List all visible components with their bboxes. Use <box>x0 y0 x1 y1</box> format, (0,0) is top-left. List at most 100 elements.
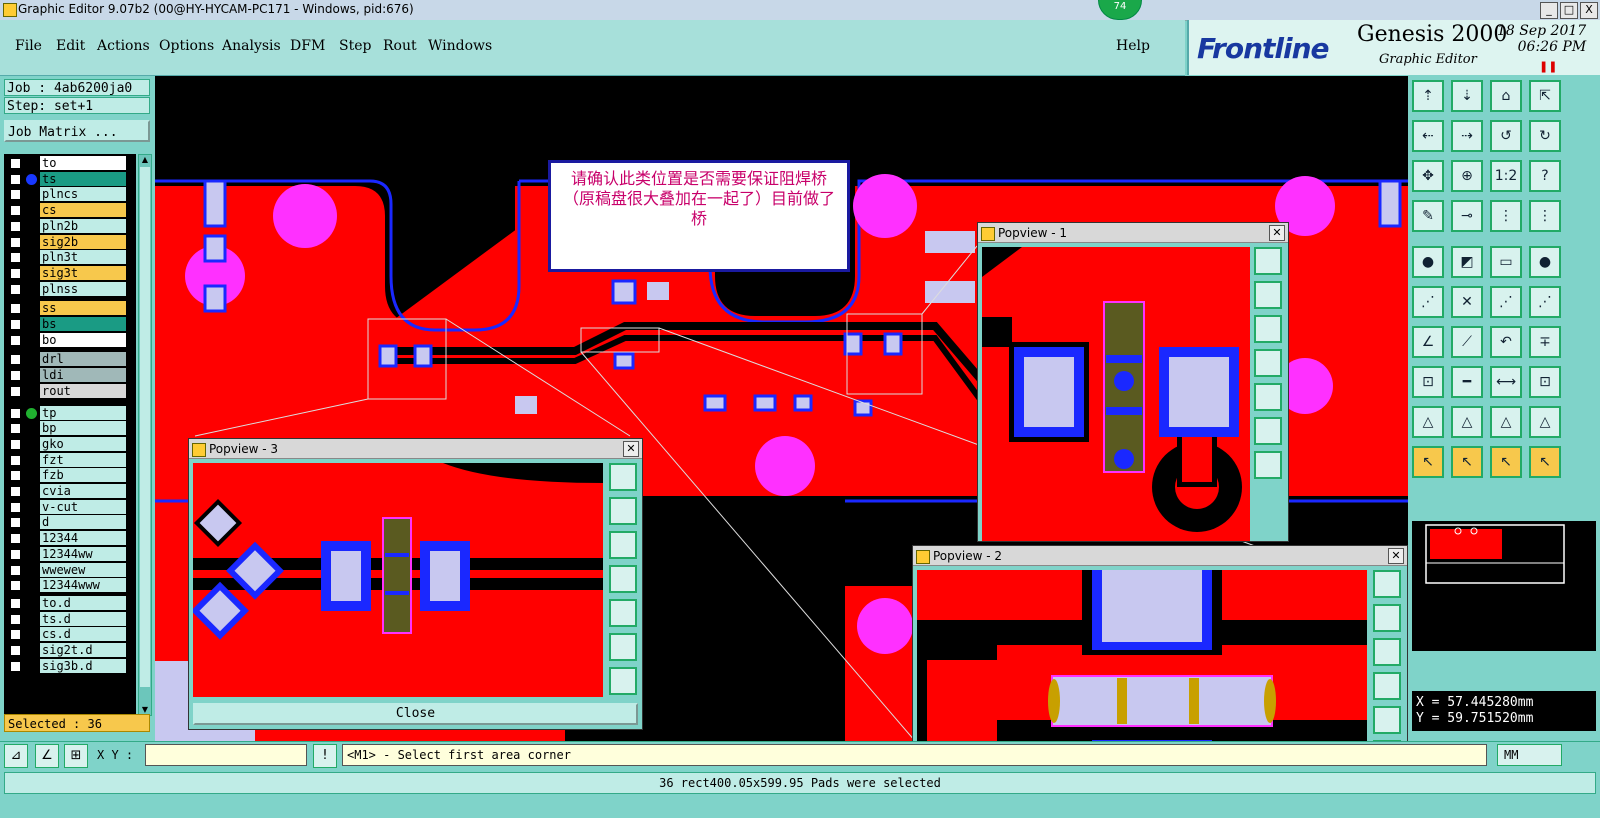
tool-button[interactable]: ✎ <box>1412 200 1444 232</box>
layer-name[interactable]: fzt <box>40 452 126 467</box>
popview-3-window[interactable]: Popview - 3 ✕ Close <box>188 438 643 730</box>
layer-checkbox[interactable] <box>10 517 21 529</box>
popview-1-title-bar[interactable]: Popview - 1 ✕ <box>978 223 1288 243</box>
layer-checkbox[interactable] <box>10 407 21 419</box>
tool-button[interactable]: ↻ <box>1529 120 1561 152</box>
tool-button[interactable]: ⟋ <box>1451 326 1483 358</box>
tool-button[interactable]: ⋰ <box>1412 286 1444 318</box>
popview-left-icon[interactable] <box>1373 672 1401 700</box>
scroll-up-icon[interactable]: ▲ <box>140 155 150 165</box>
popview-left-icon[interactable] <box>609 565 637 593</box>
layer-row[interactable]: plncs <box>4 187 136 202</box>
layer-row[interactable]: cvia <box>4 484 136 499</box>
layer-name[interactable]: ldi <box>40 368 126 383</box>
tool-button[interactable]: ⋮ <box>1529 200 1561 232</box>
minimize-button[interactable]: _ <box>1540 2 1558 19</box>
tool-button[interactable]: ◩ <box>1451 246 1483 278</box>
maximize-button[interactable]: □ <box>1560 2 1578 19</box>
layer-checkbox[interactable] <box>10 354 21 366</box>
tool-button[interactable]: ⋮ <box>1490 200 1522 232</box>
layer-row[interactable]: ts.d <box>4 611 136 627</box>
minimap[interactable] <box>1412 521 1596 651</box>
menu-help[interactable]: Help <box>1116 38 1150 54</box>
menu-windows[interactable]: Windows <box>428 38 492 54</box>
layer-row[interactable]: drl <box>4 352 136 367</box>
layer-row[interactable]: cs <box>4 203 136 218</box>
tool-button[interactable]: △ <box>1529 406 1561 438</box>
tool-button[interactable]: ⇡ <box>1412 80 1444 112</box>
layer-name[interactable]: cs <box>40 203 126 218</box>
popview-right-icon[interactable] <box>1373 706 1401 734</box>
layer-checkbox[interactable] <box>10 319 21 330</box>
layer-checkbox[interactable] <box>10 173 21 185</box>
layer-row[interactable]: tp <box>4 405 136 421</box>
layer-row[interactable]: pln3t <box>4 250 136 265</box>
tool-button[interactable]: ↺ <box>1490 120 1522 152</box>
layer-row[interactable]: d <box>4 515 136 530</box>
layer-checkbox[interactable] <box>10 486 21 497</box>
layer-checkbox[interactable] <box>10 334 21 346</box>
popview-right-icon[interactable] <box>609 599 637 627</box>
menu-step[interactable]: Step <box>339 38 371 54</box>
layer-checkbox[interactable] <box>10 370 21 382</box>
layer-checkbox[interactable] <box>10 501 21 513</box>
popview-down-icon[interactable] <box>609 531 637 559</box>
popview-down-icon[interactable] <box>1254 315 1282 343</box>
popview-fit-icon[interactable] <box>1254 247 1282 275</box>
layer-name[interactable]: v-cut <box>40 499 126 514</box>
layer-checkbox[interactable] <box>10 470 21 482</box>
tool-button[interactable]: ⋰ <box>1529 286 1561 318</box>
tool-button[interactable]: ● <box>1529 246 1561 278</box>
layer-checkbox[interactable] <box>10 385 21 397</box>
layer-row[interactable]: fzt <box>4 452 136 468</box>
menu-dfm[interactable]: DFM <box>290 38 325 54</box>
popview-fit-icon[interactable] <box>1373 570 1401 598</box>
tool-button[interactable]: 1:2 <box>1490 160 1522 192</box>
tool-button[interactable]: ● <box>1412 246 1444 278</box>
warning-icon[interactable]: ! <box>313 744 337 768</box>
layer-row[interactable]: cs.d <box>4 627 136 642</box>
menu-analysis[interactable]: Analysis <box>222 38 281 54</box>
menu-rout[interactable]: Rout <box>383 38 417 54</box>
layer-name[interactable]: cs.d <box>40 627 126 642</box>
popview-1-close-icon[interactable]: ✕ <box>1269 225 1285 241</box>
job-matrix-button[interactable]: Job Matrix ... <box>4 120 150 142</box>
layer-row[interactable]: 12344 <box>4 531 136 546</box>
measure-icon[interactable]: ∠ <box>35 744 59 768</box>
layer-checkbox[interactable] <box>10 303 21 315</box>
layer-checkbox[interactable] <box>10 220 21 232</box>
tool-button[interactable]: ⟷ <box>1490 366 1522 398</box>
menu-actions[interactable]: Actions <box>97 38 150 54</box>
layer-checkbox[interactable] <box>10 236 21 248</box>
layer-row[interactable]: sig2t.d <box>4 643 136 658</box>
layer-name[interactable]: to <box>40 156 126 170</box>
tool-button[interactable]: ↖ <box>1490 446 1522 478</box>
layer-row[interactable]: plnss <box>4 281 136 297</box>
layer-name[interactable]: fzb <box>40 468 126 483</box>
layer-checkbox[interactable] <box>10 613 21 625</box>
layer-name[interactable]: ss <box>40 301 126 316</box>
layer-name[interactable]: drl <box>40 352 126 367</box>
popview-2-title-bar[interactable]: Popview - 2 ✕ <box>913 546 1407 566</box>
layer-name[interactable]: ts.d <box>40 611 126 626</box>
tool-button[interactable]: ↖ <box>1412 446 1444 478</box>
layer-name[interactable]: d <box>40 515 126 530</box>
popview-left-icon[interactable] <box>1254 349 1282 377</box>
tool-button[interactable]: ⇣ <box>1451 80 1483 112</box>
tool-button[interactable]: ✕ <box>1451 286 1483 318</box>
tool-button[interactable]: △ <box>1451 406 1483 438</box>
layer-checkbox[interactable] <box>10 629 21 641</box>
layer-checkbox[interactable] <box>10 660 21 672</box>
layer-row[interactable]: ldi <box>4 368 136 383</box>
layer-name[interactable]: cvia <box>40 484 126 498</box>
layer-checkbox[interactable] <box>10 533 21 545</box>
layer-row[interactable]: fzb <box>4 468 136 483</box>
tool-button[interactable]: ↖ <box>1529 446 1561 478</box>
tool-button[interactable]: ? <box>1529 160 1561 192</box>
layer-checkbox[interactable] <box>10 283 21 295</box>
layer-row[interactable]: wwewew <box>4 562 136 578</box>
tool-button[interactable]: ▭ <box>1490 246 1522 278</box>
layer-row[interactable]: 12344ww <box>4 546 136 562</box>
layer-checkbox[interactable] <box>10 597 21 609</box>
layer-row[interactable]: pln2b <box>4 218 136 234</box>
